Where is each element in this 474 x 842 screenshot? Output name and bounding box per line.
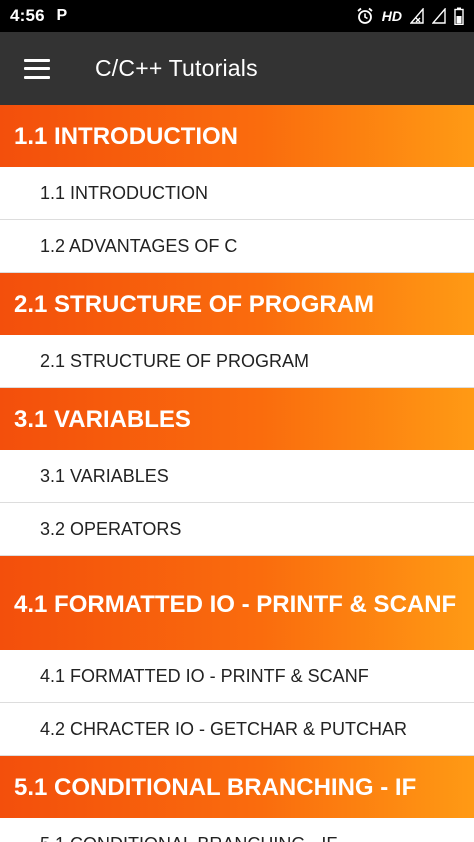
list-item[interactable]: 1.1 INTRODUCTION — [0, 167, 474, 220]
list-item[interactable]: 4.1 FORMATTED IO - PRINTF & SCANF — [0, 650, 474, 703]
list-item-label: 2.1 STRUCTURE OF PROGRAM — [40, 350, 310, 371]
status-bar: 4:56 P HD — [0, 0, 474, 32]
list-item-label: 4.2 CHRACTER IO - GETCHAR & PUTCHAR — [40, 718, 408, 739]
section-header[interactable]: 5.1 CONDITIONAL BRANCHING - IF — [0, 756, 474, 818]
list-item-label: 1.2 ADVANTAGES OF C — [40, 235, 238, 256]
list-item[interactable]: 4.2 CHRACTER IO - GETCHAR & PUTCHAR — [0, 703, 474, 756]
list-item[interactable]: 5.1 CONDITIONAL BRANCHING - IF — [0, 818, 474, 842]
notification-p-icon: P — [56, 7, 68, 24]
status-time: 4:56 — [10, 6, 45, 25]
app-bar: C/C++ Tutorials — [0, 32, 474, 105]
hamburger-menu-icon[interactable] — [24, 58, 50, 79]
app-title: C/C++ Tutorials — [95, 55, 258, 81]
list-item-label: 1.1 INTRODUCTION — [40, 182, 209, 203]
section-header[interactable]: 2.1 STRUCTURE OF PROGRAM — [0, 273, 474, 335]
signal-icon-1 — [410, 8, 424, 24]
section-header[interactable]: 1.1 INTRODUCTION — [0, 105, 474, 167]
list-item-label: 3.2 OPERATORS — [40, 518, 182, 539]
list-item[interactable]: 3.1 VARIABLES — [0, 450, 474, 503]
section-header[interactable]: 3.1 VARIABLES — [0, 388, 474, 450]
hd-indicator: HD — [381, 8, 402, 24]
list-item[interactable]: 2.1 STRUCTURE OF PROGRAM — [0, 335, 474, 388]
battery-icon — [454, 7, 464, 25]
section-header-title: 5.1 CONDITIONAL BRANCHING - IF — [14, 773, 417, 801]
alarm-icon — [356, 7, 374, 25]
list-item[interactable]: 3.2 OPERATORS — [0, 503, 474, 556]
status-icons: HD — [356, 7, 464, 25]
list-item-label: 3.1 VARIABLES — [40, 465, 169, 486]
section-header[interactable]: 4.1 FORMATTED IO - PRINTF & SCANF — [0, 556, 474, 650]
section-header-title: 2.1 STRUCTURE OF PROGRAM — [14, 290, 375, 318]
section-header-title: 1.1 INTRODUCTION — [14, 122, 239, 150]
tutorial-list[interactable]: 1.1 INTRODUCTION 1.1 INTRODUCTION 1.2 AD… — [0, 105, 474, 842]
section-header-title: 4.1 FORMATTED IO - PRINTF & SCANF — [14, 590, 457, 618]
list-item-label: 5.1 CONDITIONAL BRANCHING - IF — [40, 834, 337, 842]
list-item[interactable]: 1.2 ADVANTAGES OF C — [0, 220, 474, 273]
signal-icon-2 — [432, 8, 446, 24]
section-header-title: 3.1 VARIABLES — [14, 405, 191, 433]
list-item-label: 4.1 FORMATTED IO - PRINTF & SCANF — [40, 665, 369, 686]
